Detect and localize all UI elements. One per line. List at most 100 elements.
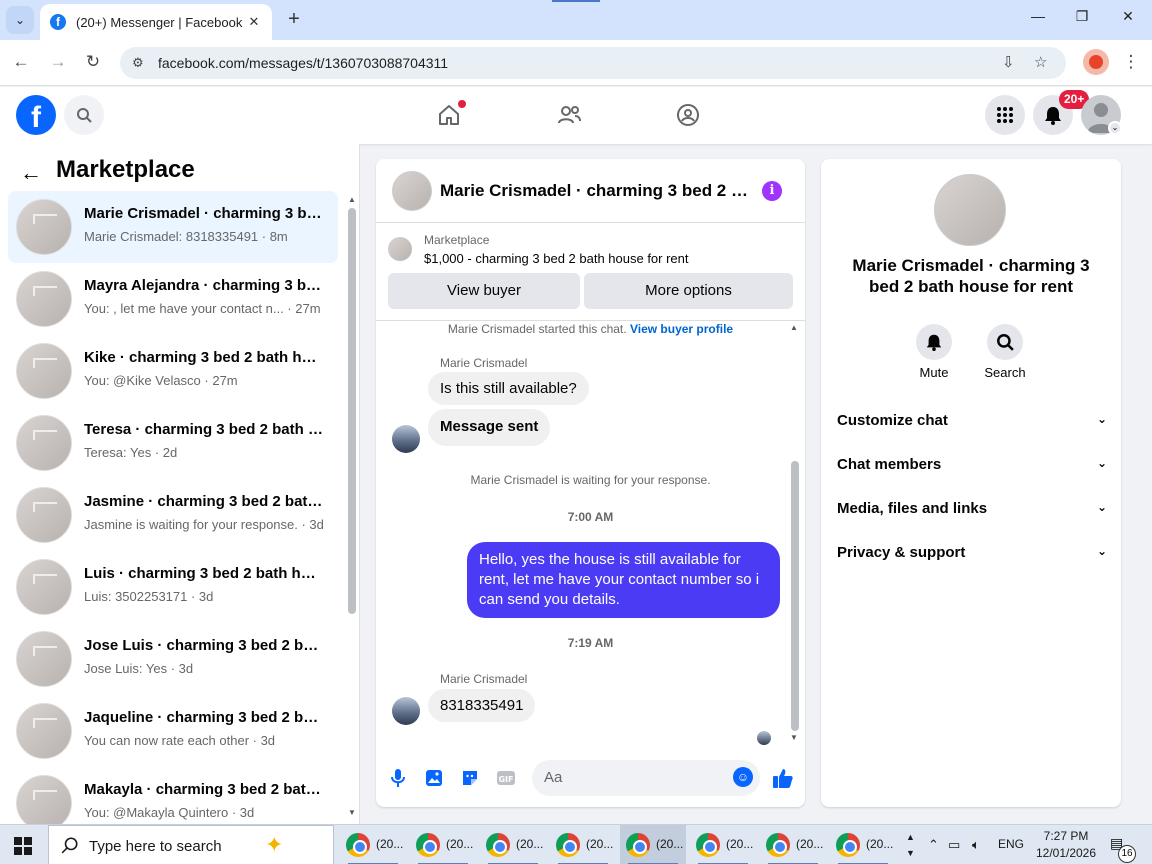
close-window-button[interactable]: ✕ (1116, 8, 1140, 25)
install-app-icon[interactable]: ⇩ (1002, 53, 1015, 71)
avatar (16, 631, 72, 687)
info-icon[interactable]: i (762, 181, 782, 201)
media-files-links-row[interactable]: Media, files and links ⌄ (837, 500, 1107, 517)
view-buyer-profile-link[interactable]: View buyer profile (630, 322, 733, 336)
sticker-icon[interactable] (459, 767, 481, 789)
avatar (16, 271, 72, 327)
chevron-down-icon[interactable]: ⌄ (1108, 121, 1122, 135)
thumbs-up-icon[interactable] (772, 767, 794, 789)
listing-price-title: $1,000 - charming 3 bed 2 bath house for… (424, 251, 689, 266)
taskbar-chrome-window[interactable]: (20... (410, 825, 476, 864)
volume-icon[interactable]: 🔈︎ (972, 837, 980, 853)
search-icon[interactable] (64, 95, 104, 135)
friends-icon[interactable] (555, 101, 583, 129)
address-bar[interactable]: ⚙ facebook.com/messages/t/13607030887043… (120, 47, 1066, 79)
privacy-support-row[interactable]: Privacy & support ⌄ (837, 544, 1107, 561)
back-arrow-icon[interactable]: ← (20, 160, 42, 186)
customize-chat-row[interactable]: Customize chat ⌄ (837, 412, 1107, 429)
list-item[interactable]: Kike · charming 3 bed 2 bath house for r… (8, 335, 338, 407)
chat-members-row[interactable]: Chat members ⌄ (837, 456, 1107, 473)
network-icon[interactable]: ▭ (948, 837, 960, 853)
search-icon[interactable] (987, 324, 1023, 360)
taskbar-chrome-window-active[interactable]: (20... (620, 825, 686, 864)
reload-icon[interactable]: ↻ (82, 52, 104, 72)
scroll-down-arrow-icon[interactable]: ▼ (348, 808, 356, 817)
bookmark-star-icon[interactable]: ☆ (1034, 53, 1047, 71)
timestamp: 7:19 AM (567, 636, 614, 650)
taskbar-clock[interactable]: 7:27 PM 12/01/2026 (1030, 828, 1102, 862)
taskbar-scroll-arrows-icon[interactable]: ▲ ▼ (906, 829, 915, 861)
sidebar-scrollbar[interactable] (348, 208, 356, 614)
timestamp: 7:00 AM (567, 510, 614, 524)
list-item[interactable]: Luis · charming 3 bed 2 bath house for r… (8, 551, 338, 623)
back-icon[interactable]: ← (10, 52, 32, 72)
avatar[interactable] (934, 174, 1006, 246)
list-item[interactable]: Jaqueline · charming 3 bed 2 bath house … (8, 695, 338, 767)
list-item[interactable]: Marie Crismadel · charming 3 bed 2 bath … (8, 191, 338, 263)
taskbar-chrome-window[interactable]: (20... (830, 825, 896, 864)
groups-icon[interactable] (674, 101, 702, 129)
more-options-button[interactable]: More options (584, 273, 793, 309)
chrome-icon (626, 833, 650, 857)
gif-icon[interactable]: GIF (495, 767, 517, 789)
sender-avatar[interactable] (392, 697, 420, 725)
list-item[interactable]: Jasmine · charming 3 bed 2 bath house fo… (8, 479, 338, 551)
marketplace-label: Marketplace (424, 233, 490, 247)
site-info-icon[interactable]: ⚙ (132, 55, 144, 71)
chrome-profile-icon[interactable] (1083, 49, 1109, 75)
tab-close-icon[interactable]: ✕ (246, 14, 262, 30)
chat-started-notice: Marie Crismadel started this chat. View … (376, 322, 805, 336)
list-item[interactable]: Mayra Alejandra · charming 3 bed 2 bath … (8, 263, 338, 335)
minimize-button[interactable]: — (1026, 8, 1050, 24)
windows-start-icon[interactable] (14, 837, 32, 855)
taskbar-chrome-window[interactable]: (20... (760, 825, 826, 864)
info-panel-title: Marie Crismadel · charming 3 bed 2 bath … (852, 256, 1090, 296)
photo-icon[interactable] (423, 767, 445, 789)
scroll-up-arrow-icon[interactable]: ▲ (790, 323, 798, 332)
sender-avatar[interactable] (392, 425, 420, 453)
scroll-up-arrow-icon[interactable]: ▲ (348, 195, 356, 204)
language-indicator[interactable]: ENG (998, 837, 1024, 851)
taskbar-chrome-window[interactable]: (20... (550, 825, 616, 864)
list-item[interactable]: Makayla · charming 3 bed 2 bath house fo… (8, 767, 338, 824)
avatar (16, 775, 72, 824)
restore-button[interactable]: ❐ (1070, 8, 1094, 25)
chevron-down-icon: ⌄ (1096, 500, 1107, 514)
conversation-name: Luis · charming 3 bed 2 bath house for r… (84, 565, 324, 582)
chrome-icon (346, 833, 370, 857)
sender-name: Marie Crismadel (440, 356, 528, 370)
chevron-down-icon: ⌄ (1096, 544, 1107, 558)
show-hidden-icons-chevron-icon[interactable]: ⌃ (928, 837, 939, 853)
incoming-message: Is this still available? (428, 372, 589, 405)
chrome-menu-icon[interactable]: ⋮ (1120, 52, 1142, 72)
taskbar-search-box[interactable]: Type here to search ✦ (48, 825, 334, 864)
chevron-down-icon: ⌄ (1096, 456, 1107, 470)
list-item[interactable]: Jose Luis · charming 3 bed 2 bath house … (8, 623, 338, 695)
menu-grid-icon[interactable] (985, 95, 1025, 135)
taskbar-chrome-window[interactable]: (20... (690, 825, 756, 864)
new-tab-button[interactable]: + (282, 8, 306, 32)
chat-title[interactable]: Marie Crismadel · charming 3 bed 2 bath … (440, 181, 750, 201)
mute-bell-icon[interactable] (916, 324, 952, 360)
taskbar-chrome-window[interactable]: (20... (340, 825, 406, 864)
clock-date: 12/01/2026 (1035, 846, 1097, 860)
scroll-down-arrow-icon[interactable]: ▼ (790, 733, 798, 742)
row-label: Chat members (837, 456, 942, 473)
chat-panel: Marie Crismadel · charming 3 bed 2 bath … (376, 159, 805, 807)
browser-tab[interactable]: f (20+) Messenger | Facebook ✕ (40, 4, 272, 40)
tab-strip-marker (552, 0, 600, 2)
microphone-icon[interactable] (387, 767, 409, 789)
taskbar-chrome-window[interactable]: (20... (480, 825, 546, 864)
view-buyer-button[interactable]: View buyer (388, 273, 580, 309)
action-center-badge: 16 (1118, 845, 1136, 863)
avatar[interactable] (392, 171, 432, 211)
tab-search-button[interactable]: ⌄ (6, 6, 34, 34)
emoji-icon[interactable]: ☺ (733, 767, 753, 787)
facebook-logo[interactable]: f (16, 95, 56, 135)
chat-started-text: Marie Crismadel started this chat. (447, 322, 627, 336)
chat-scrollbar[interactable] (791, 461, 799, 731)
message-input[interactable]: Aa (532, 760, 760, 796)
list-item[interactable]: Teresa · charming 3 bed 2 bath house for… (8, 407, 338, 479)
forward-icon[interactable]: → (47, 52, 69, 72)
conversation-preview: You: , let me have your contact n... · 2… (84, 301, 321, 316)
